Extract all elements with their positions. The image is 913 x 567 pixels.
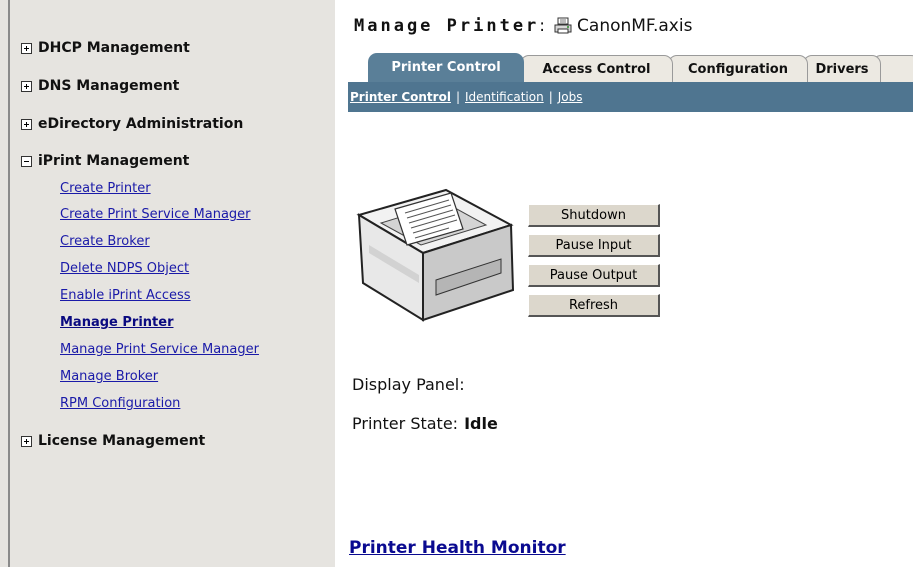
expand-icon[interactable] bbox=[21, 42, 32, 54]
expand-icon[interactable] bbox=[21, 80, 32, 92]
subnav-printer-control[interactable]: Printer Control bbox=[350, 90, 451, 104]
tab-access-control[interactable]: Access Control bbox=[520, 55, 673, 82]
tab-configuration[interactable]: Configuration bbox=[668, 55, 808, 82]
printer-state-value: Idle bbox=[464, 414, 498, 433]
tab-drivers[interactable]: Drivers bbox=[803, 55, 881, 82]
subnav-jobs[interactable]: Jobs bbox=[558, 90, 583, 104]
subnav-separator: | bbox=[455, 90, 460, 104]
category-label: eDirectory Administration bbox=[38, 116, 244, 132]
sidebar-divider bbox=[8, 0, 10, 567]
shutdown-button[interactable]: Shutdown bbox=[528, 204, 660, 227]
task-manage-print-service-manager[interactable]: Manage Print Service Manager bbox=[60, 342, 259, 357]
refresh-button[interactable]: Refresh bbox=[528, 294, 660, 317]
task-enable-iprint-access[interactable]: Enable iPrint Access bbox=[60, 288, 191, 303]
sidebar-category-iprint[interactable]: iPrint Management bbox=[21, 151, 189, 171]
task-create-broker[interactable]: Create Broker bbox=[60, 234, 150, 249]
expand-icon[interactable] bbox=[21, 435, 32, 447]
task-create-printer[interactable]: Create Printer bbox=[60, 181, 151, 196]
page-title: Manage Printer : CanonMF.axis bbox=[354, 14, 692, 38]
category-label: License Management bbox=[38, 433, 206, 449]
title-text: Manage Printer bbox=[354, 16, 540, 36]
tab-bar: Drivers Configuration Access Control Pri… bbox=[348, 53, 913, 82]
sidebar-category-dns[interactable]: DNS Management bbox=[21, 76, 179, 96]
sub-navigation: Printer Control | Identification | Jobs bbox=[348, 82, 913, 112]
task-rpm-configuration[interactable]: RPM Configuration bbox=[60, 396, 180, 411]
printer-state-row: Printer State: Idle bbox=[352, 414, 498, 433]
sidebar-category-license[interactable]: License Management bbox=[21, 431, 205, 451]
sidebar: DHCP Management DNS Management eDirector… bbox=[0, 0, 335, 567]
printer-name: CanonMF.axis bbox=[577, 16, 693, 36]
sidebar-category-edirectory[interactable]: eDirectory Administration bbox=[21, 114, 243, 134]
app-root: DHCP Management DNS Management eDirector… bbox=[0, 0, 913, 567]
collapse-icon[interactable] bbox=[21, 155, 32, 167]
title-colon: : bbox=[539, 16, 546, 36]
printer-image bbox=[356, 188, 515, 322]
sidebar-category-dhcp[interactable]: DHCP Management bbox=[21, 38, 190, 58]
category-label: DNS Management bbox=[38, 78, 180, 94]
task-manage-broker[interactable]: Manage Broker bbox=[60, 369, 158, 384]
tab-printer-control[interactable]: Printer Control bbox=[368, 53, 524, 82]
task-manage-printer[interactable]: Manage Printer bbox=[60, 315, 173, 330]
printer-health-monitor-link[interactable]: Printer Health Monitor bbox=[349, 538, 566, 558]
expand-icon[interactable] bbox=[21, 118, 32, 130]
pause-output-button[interactable]: Pause Output bbox=[528, 264, 660, 287]
printer-state-label: Printer State: bbox=[352, 414, 459, 433]
category-label: DHCP Management bbox=[38, 40, 190, 56]
task-delete-ndps-object[interactable]: Delete NDPS Object bbox=[60, 261, 189, 276]
subnav-separator: | bbox=[548, 90, 553, 104]
display-panel-label: Display Panel: bbox=[352, 375, 465, 394]
task-create-print-service-manager[interactable]: Create Print Service Manager bbox=[60, 207, 251, 222]
printer-icon bbox=[554, 17, 572, 34]
category-label: iPrint Management bbox=[38, 153, 190, 169]
pause-input-button[interactable]: Pause Input bbox=[528, 234, 660, 257]
subnav-identification[interactable]: Identification bbox=[465, 90, 544, 104]
